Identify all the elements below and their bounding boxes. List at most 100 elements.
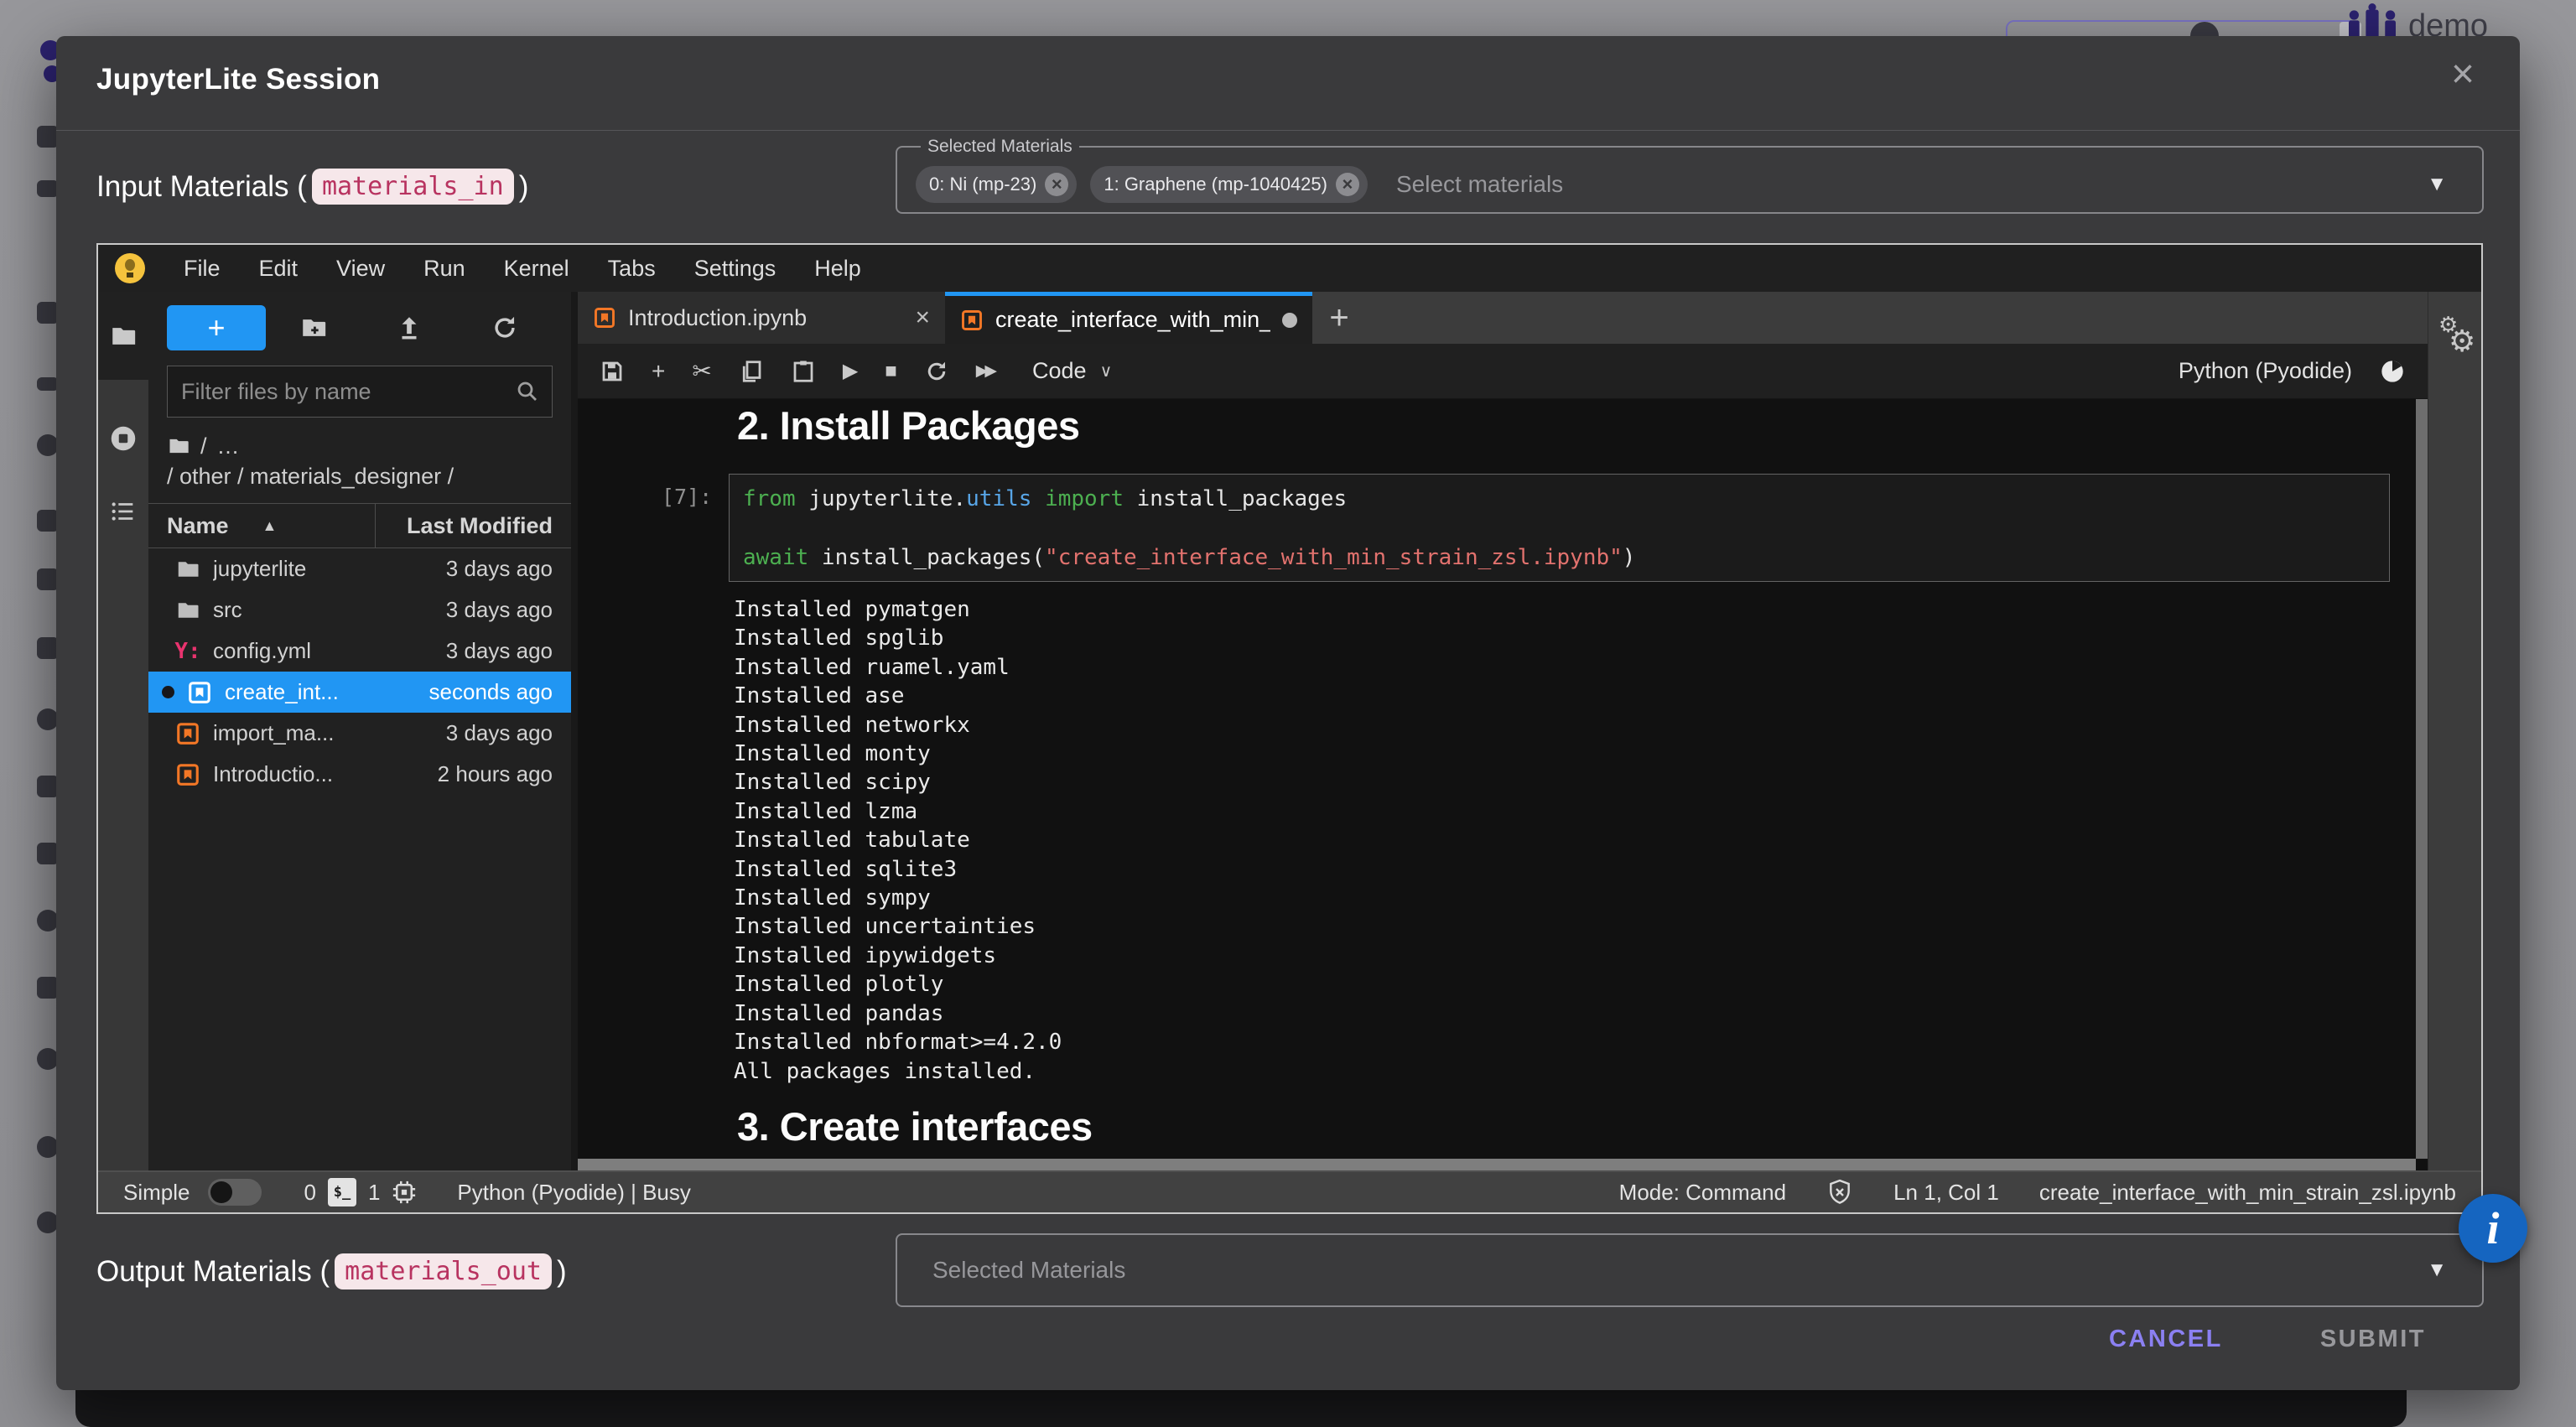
cell-type-select[interactable]: Code ∨ — [1032, 358, 1112, 384]
dialog-close-icon[interactable]: × — [2451, 54, 2475, 95]
active-file-name[interactable]: create_interface_with_min_strain_zsl.ipy… — [2039, 1180, 2456, 1206]
breadcrumb: / … / other / materials_designer / — [167, 431, 553, 491]
notebook-mode-indicator[interactable]: Mode: Command — [1619, 1180, 1786, 1206]
refresh-button[interactable] — [457, 314, 553, 342]
table-of-contents-tab[interactable] — [109, 497, 138, 526]
column-last-modified[interactable]: Last Modified — [375, 504, 553, 547]
file-row-config-yml[interactable]: Y: config.yml 3 days ago — [148, 630, 571, 672]
terminals-count[interactable]: 0 — [304, 1180, 315, 1206]
insert-cell-button[interactable]: + — [652, 360, 665, 383]
menu-kernel[interactable]: Kernel — [504, 256, 569, 282]
breadcrumb-path[interactable]: / other / materials_designer / — [167, 461, 454, 491]
kernels-count[interactable]: 1 — [368, 1180, 380, 1206]
restart-run-all-button[interactable]: ▶▶ — [976, 363, 994, 379]
dialog-title-divider — [56, 130, 2520, 131]
submit-button[interactable]: SUBMIT — [2320, 1326, 2426, 1353]
cut-cell-button[interactable]: ✂ — [692, 360, 711, 383]
refresh-icon — [491, 314, 519, 342]
menu-file[interactable]: File — [184, 256, 221, 282]
breadcrumb-root[interactable]: / — [200, 431, 207, 461]
file-row-jupyterlite[interactable]: jupyterlite 3 days ago — [148, 548, 571, 589]
new-folder-button[interactable] — [266, 314, 361, 342]
cell-output-text: Installed pymatgen Installed spglib Inst… — [734, 595, 1062, 1086]
folder-icon — [175, 557, 200, 582]
chevron-down-icon[interactable]: ▼ — [2427, 173, 2447, 196]
new-launcher-button[interactable]: + — [167, 305, 266, 350]
search-icon — [515, 379, 540, 404]
notebook-horizontal-scrollbar[interactable] — [578, 1159, 2416, 1170]
menu-edit[interactable]: Edit — [259, 256, 299, 282]
notebook-icon — [960, 309, 984, 332]
simple-mode-toggle[interactable] — [208, 1179, 262, 1206]
menu-view[interactable]: View — [336, 256, 385, 282]
add-tab-button[interactable]: + — [1312, 292, 1366, 344]
run-cell-button[interactable]: ▶ — [843, 361, 858, 381]
running-sessions-tab[interactable] — [108, 423, 138, 454]
trusted-status-shield-icon[interactable] — [1826, 1179, 1853, 1206]
restart-kernel-button[interactable] — [924, 359, 949, 384]
notebook-toolbar: + ✂ ▶ ■ — [578, 344, 2428, 399]
sort-ascending-icon: ▲ — [262, 517, 278, 535]
file-row-create-interface[interactable]: create_int... seconds ago — [148, 672, 571, 713]
file-row-src[interactable]: src 3 days ago — [148, 589, 571, 630]
material-chip[interactable]: 0: Ni (mp-23) × — [916, 166, 1077, 203]
folder-icon — [109, 322, 138, 350]
breadcrumb-ellipsis[interactable]: … — [217, 431, 240, 461]
tab-create-interface[interactable]: create_interface_with_min_ — [945, 292, 1312, 344]
upload-button[interactable] — [361, 314, 457, 342]
heading-install-packages: 2. Install Packages — [737, 402, 1080, 449]
toggle-knob — [210, 1181, 232, 1203]
material-chip-remove-icon[interactable]: × — [1045, 173, 1068, 196]
interrupt-kernel-button[interactable]: ■ — [885, 361, 897, 381]
input-materials-label-prefix: Input Materials ( — [96, 170, 307, 204]
notebook-vertical-scrollbar[interactable] — [2416, 399, 2428, 1159]
menu-help[interactable]: Help — [814, 256, 861, 282]
file-row-import-materials[interactable]: import_ma... 3 days ago — [148, 713, 571, 754]
home-folder-icon[interactable] — [167, 434, 190, 458]
material-chip-remove-icon[interactable]: × — [1336, 173, 1359, 196]
copy-cell-button[interactable] — [739, 359, 764, 384]
menu-run[interactable]: Run — [423, 256, 465, 282]
cursor-position[interactable]: Ln 1, Col 1 — [1893, 1180, 1999, 1206]
info-button[interactable]: i — [2459, 1194, 2527, 1263]
tab-introduction[interactable]: Introduction.ipynb × — [578, 292, 945, 344]
file-modified: 3 days ago — [446, 556, 553, 582]
code-cell-input[interactable]: from jupyterlite.utils import install_pa… — [729, 474, 2390, 582]
tab-close-icon[interactable]: × — [915, 304, 930, 332]
heading-create-interfaces: 3. Create interfaces — [737, 1103, 1093, 1149]
menu-tabs[interactable]: Tabs — [608, 256, 656, 282]
tab-label: Introduction.ipynb — [628, 305, 903, 331]
simple-mode-label: Simple — [123, 1180, 190, 1206]
copy-icon — [739, 359, 764, 384]
file-browser-panel: + — [148, 292, 578, 1170]
output-materials-label: Output Materials ( materials_out ) — [96, 1253, 567, 1289]
kernel-running-dot — [162, 686, 174, 698]
file-browser-tab[interactable] — [98, 292, 148, 380]
paste-icon — [791, 359, 816, 384]
file-row-introduction[interactable]: Introductio... 2 hours ago — [148, 754, 571, 795]
terminal-icon: $_ — [328, 1178, 356, 1206]
unsaved-changes-dot[interactable] — [1282, 313, 1297, 328]
material-chip-label: 1: Graphene (mp-1040425) — [1104, 174, 1327, 195]
output-materials-label-prefix: Output Materials ( — [96, 1255, 330, 1289]
input-materials-label: Input Materials ( materials_in ) — [96, 169, 528, 205]
file-list-header: Name ▲ Last Modified — [148, 503, 571, 548]
column-name[interactable]: Name ▲ — [167, 513, 375, 539]
kernel-status-indicator[interactable] — [2379, 358, 2406, 385]
output-materials-variable: materials_out — [335, 1253, 552, 1289]
material-chip[interactable]: 1: Graphene (mp-1040425) × — [1090, 166, 1368, 203]
selected-materials-select[interactable]: Selected Materials 0: Ni (mp-23) × 1: Gr… — [896, 137, 2484, 214]
kernel-busy-icon — [2379, 358, 2406, 385]
menu-settings[interactable]: Settings — [694, 256, 776, 282]
dialog-title: JupyterLite Session — [96, 63, 380, 96]
cancel-button[interactable]: CANCEL — [2109, 1326, 2223, 1353]
jupyter-menubar: File Edit View Run Kernel Tabs Settings … — [98, 245, 2481, 292]
save-button[interactable] — [600, 359, 625, 384]
file-filter-input[interactable] — [179, 378, 515, 406]
output-materials-select[interactable]: Selected Materials ▼ — [896, 1233, 2484, 1307]
paste-cell-button[interactable] — [791, 359, 816, 384]
dialog-actions: CANCEL SUBMIT — [2109, 1326, 2426, 1353]
kernel-status-text[interactable]: Python (Pyodide) | Busy — [457, 1180, 690, 1206]
kernel-name-button[interactable]: Python (Pyodide) — [2179, 358, 2352, 384]
select-materials-placeholder[interactable]: Select materials — [1396, 171, 1563, 198]
